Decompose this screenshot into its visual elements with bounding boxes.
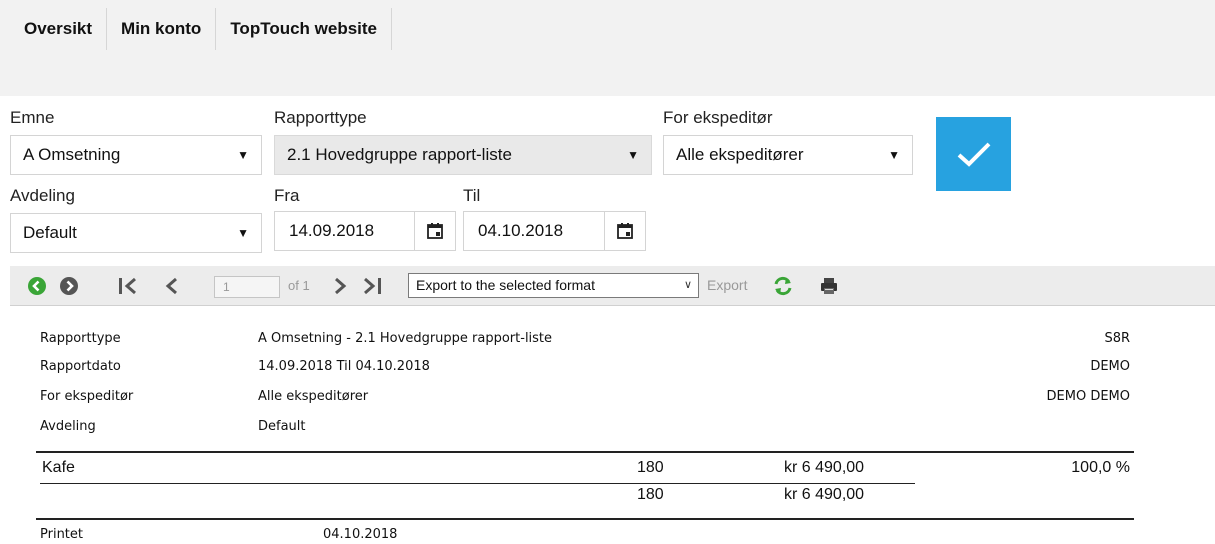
calendar-icon[interactable]	[414, 212, 455, 250]
meta-right: S8R	[1104, 331, 1130, 346]
fra-date-input[interactable]: 14.09.2018	[274, 211, 456, 251]
divider	[36, 451, 1134, 453]
divider	[40, 483, 915, 484]
meta-value: Alle ekspeditører	[258, 389, 369, 404]
row-percent: 100,0 %	[1071, 459, 1130, 476]
top-navigation: Oversikt Min konto TopTouch website	[0, 0, 1215, 96]
avdeling-label: Avdeling	[10, 186, 75, 205]
tab-min-konto[interactable]: Min konto	[107, 8, 217, 50]
meta-right: DEMO	[1090, 359, 1130, 374]
row-name: Kafe	[42, 459, 75, 476]
next-page-icon[interactable]	[328, 266, 352, 306]
meta-value: A Omsetning - 2.1 Hovedgruppe rapport-li…	[258, 331, 553, 346]
page-number-input[interactable]: 1	[214, 276, 280, 298]
til-date-value: 04.10.2018	[478, 221, 564, 240]
meta-label: Rapportdato	[40, 359, 121, 374]
rapporttype-select-value: 2.1 Hovedgruppe rapport-liste	[287, 145, 512, 164]
meta-right: DEMO DEMO	[1046, 389, 1130, 404]
ekspeditor-select-value: Alle ekspeditører	[676, 145, 804, 164]
last-page-icon[interactable]	[358, 266, 386, 306]
fra-date-value: 14.09.2018	[289, 221, 375, 240]
printed-label: Printet	[40, 527, 83, 542]
first-page-icon[interactable]	[114, 266, 142, 306]
nav-tabs: Oversikt Min konto TopTouch website	[10, 8, 393, 50]
avdeling-select-value: Default	[23, 223, 77, 242]
emne-select-value: A Omsetning	[23, 145, 121, 164]
tab-oversikt[interactable]: Oversikt	[10, 8, 108, 50]
forward-icon[interactable]	[56, 266, 82, 306]
export-button[interactable]: Export	[707, 277, 747, 293]
meta-label: Avdeling	[40, 419, 96, 434]
print-icon[interactable]	[816, 266, 842, 306]
divider	[36, 518, 1134, 520]
til-date-input[interactable]: 04.10.2018	[463, 211, 646, 251]
dropdown-arrow-icon: ▼	[888, 148, 900, 162]
printed-value: 04.10.2018	[323, 527, 398, 542]
emne-select[interactable]: A Omsetning ▼	[10, 135, 262, 175]
row-count: 180	[637, 459, 664, 476]
back-icon[interactable]	[24, 266, 50, 306]
chevron-down-icon: ∨	[683, 279, 692, 291]
refresh-icon[interactable]	[770, 266, 796, 306]
report-toolbar: 1 of 1 Export to the selected format ∨ E…	[10, 266, 1215, 306]
rapporttype-label: Rapporttype	[274, 108, 367, 127]
page-count: of 1	[288, 278, 310, 293]
dropdown-arrow-icon: ▼	[237, 148, 249, 162]
avdeling-select[interactable]: Default ▼	[10, 213, 262, 253]
dropdown-arrow-icon: ▼	[237, 226, 249, 240]
checkmark-icon	[957, 142, 990, 167]
meta-value: 14.09.2018 Til 04.10.2018	[258, 359, 430, 374]
rapporttype-select[interactable]: 2.1 Hovedgruppe rapport-liste ▼	[274, 135, 652, 175]
fra-label: Fra	[274, 186, 300, 205]
meta-value: Default	[258, 419, 306, 434]
emne-label: Emne	[10, 108, 55, 127]
dropdown-arrow-icon: ▼	[627, 148, 639, 162]
export-format-value: Export to the selected format	[416, 277, 595, 293]
row-amount: kr 6 490,00	[784, 459, 865, 476]
prev-page-icon[interactable]	[160, 266, 184, 306]
tab-toptouch-website[interactable]: TopTouch website	[216, 8, 393, 50]
export-format-select[interactable]: Export to the selected format ∨	[408, 273, 699, 298]
confirm-button[interactable]	[936, 117, 1011, 191]
total-count: 180	[637, 486, 664, 503]
total-amount: kr 6 490,00	[784, 486, 865, 503]
ekspeditor-select[interactable]: Alle ekspeditører ▼	[663, 135, 913, 175]
calendar-icon[interactable]	[604, 212, 645, 250]
ekspeditor-label: For ekspeditør	[663, 108, 773, 127]
meta-label: Rapporttype	[40, 331, 121, 346]
meta-label: For ekspeditør	[40, 389, 134, 404]
til-label: Til	[463, 186, 481, 205]
